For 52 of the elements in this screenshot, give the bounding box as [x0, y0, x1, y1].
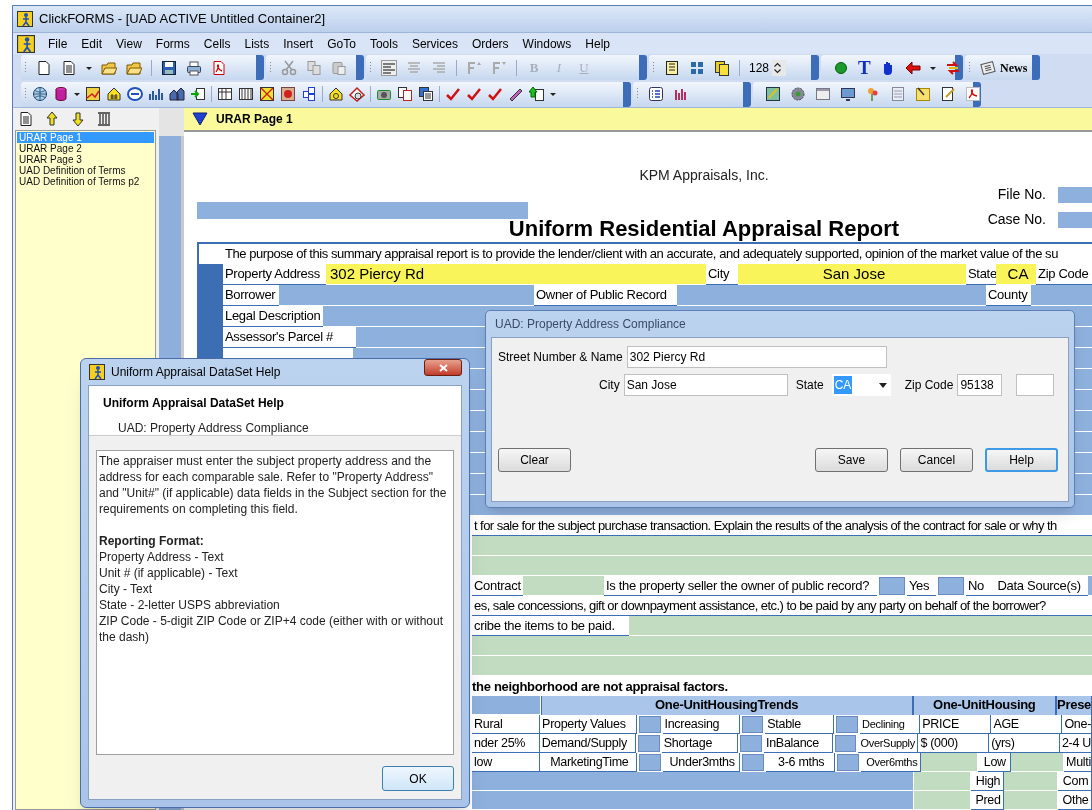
- format-line: City - Text: [99, 581, 154, 597]
- field-label: $ (000): [918, 734, 990, 753]
- field-label: Othe: [1058, 791, 1092, 810]
- field-label: 3-6 mths: [766, 753, 836, 772]
- field-label: Demand/Supply: [539, 734, 637, 753]
- format-heading: Reporting Format:: [99, 533, 205, 549]
- zoom-value: 128: [749, 59, 770, 77]
- format-line: ZIP Code - 5-digit ZIP Code or ZIP+4 code (either with or without the dash): [99, 613, 445, 645]
- field-label: AGE: [991, 715, 1063, 734]
- field-label: Increasing: [662, 715, 740, 734]
- field-label: nder 25%: [472, 734, 540, 753]
- field-label: Shortage: [661, 734, 739, 753]
- page-title: URAR Page 1: [216, 111, 293, 128]
- field-label: Case No.: [987, 210, 1046, 229]
- form-title: Uniform Residential Appraisal Report: [508, 216, 900, 242]
- column-heading: Prese: [1056, 696, 1092, 715]
- help-paragraph: The appraiser must enter the subject property address and the address for each comparable sale. Refer to "Property Address" and "Unit#" (if applicable) data fields in the Subject section for the requirements on completing this field.: [99, 453, 448, 517]
- field-label: State: [795, 377, 824, 394]
- field-label: Over6mths: [861, 753, 922, 772]
- field-label: Com: [1058, 772, 1092, 791]
- field-label: Property Values: [540, 715, 637, 734]
- field-label: 2-4 U: [1059, 734, 1092, 753]
- dialog-title: UAD: Property Address Compliance: [495, 316, 686, 333]
- format-line: Property Address - Text: [99, 549, 225, 565]
- field-label: low: [472, 753, 541, 772]
- format-line: Unit # (if applicable) - Text: [99, 565, 239, 581]
- field-label: OverSupply: [858, 734, 919, 753]
- field-label: City: [599, 377, 620, 394]
- column-heading: One-UnitHousing: [912, 696, 1057, 715]
- column-heading: One-UnitHousingTrends: [540, 696, 913, 715]
- field-label: Stable: [765, 715, 835, 734]
- field-label: PRICE: [920, 715, 992, 734]
- field-label: File No.: [997, 185, 1046, 204]
- field-label: Rural: [472, 715, 541, 734]
- field-label: MarketingTime: [540, 753, 638, 772]
- field-label: High: [971, 772, 1004, 791]
- company-name: KPM Appraisals, Inc.: [639, 166, 769, 185]
- window-title: Uniform Appraisal DataSet Help: [111, 364, 282, 381]
- field-label: Zip Code: [904, 377, 954, 394]
- field-label: One-: [1062, 715, 1092, 734]
- field-label: (yrs): [989, 734, 1060, 753]
- field-label: Street Number & Name: [498, 349, 623, 366]
- field-label: InBalance: [764, 734, 833, 753]
- field-label: Declining: [860, 715, 921, 734]
- window-title: ClickFORMS - [UAD ACTIVE Untitled Container2]: [39, 10, 326, 29]
- field-label: Low: [977, 753, 1011, 772]
- field-label: Pred: [971, 791, 1004, 810]
- field-label: Multi: [1064, 753, 1092, 772]
- help-subheading: UAD: Property Address Compliance: [117, 420, 310, 437]
- format-line: State - 2-letter USPS abbreviation: [99, 597, 281, 613]
- field-label: Under3mths: [663, 753, 741, 772]
- help-heading: Uniform Appraisal DataSet Help: [103, 395, 285, 412]
